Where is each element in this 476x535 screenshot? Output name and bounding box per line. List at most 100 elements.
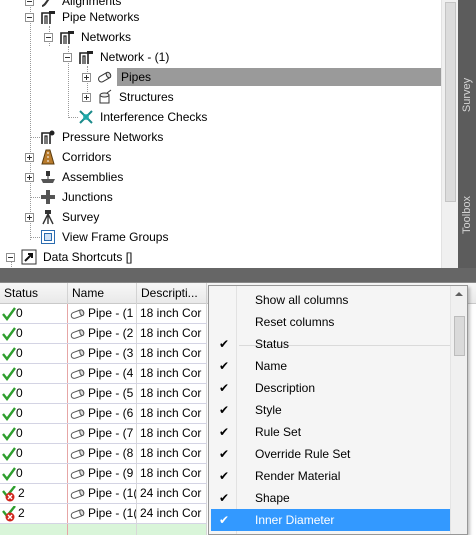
tab-toolbox[interactable]: Toolbox <box>458 180 476 250</box>
status-value: 0 <box>16 406 23 420</box>
tree-item-survey[interactable]: Survey <box>25 207 101 227</box>
tree-item-pressure-networks[interactable]: Pressure Networks <box>25 127 165 147</box>
pipe-network-icon <box>59 29 75 45</box>
tree-item-label: Assemblies <box>62 170 124 184</box>
new-row-placeholder[interactable] <box>0 524 207 535</box>
menu-scrollbar[interactable] <box>450 286 467 534</box>
table-row[interactable]: 0 Pipe - (1 18 inch Cor <box>0 304 207 324</box>
status-cell: 0 <box>0 384 68 403</box>
description-cell: 18 inch Cor <box>137 404 207 423</box>
tree-item-label: Networks <box>81 30 132 44</box>
menu-item-render-material[interactable]: ✔ Render Material <box>211 465 451 487</box>
status-cell: 0 <box>0 344 68 363</box>
description-cell: 18 inch Cor <box>137 444 207 463</box>
tree-item-pipes[interactable]: Pipes <box>82 67 441 87</box>
tree-scrollbar-thumb[interactable] <box>445 2 456 202</box>
pipe-icon <box>70 448 86 460</box>
menu-item-status[interactable]: ✔ Status <box>211 333 451 355</box>
tab-survey[interactable]: Survey <box>458 60 476 130</box>
tree-item-assemblies[interactable]: Assemblies <box>25 167 125 187</box>
pipe-icon <box>70 388 86 400</box>
column-header-description[interactable]: Descripti... <box>137 283 207 304</box>
menu-item-label: Override Rule Set <box>255 447 351 461</box>
menu-item-reset-columns[interactable]: Reset columns <box>211 311 451 333</box>
collapse-toggle-icon[interactable] <box>25 0 34 6</box>
tree-item-corridors[interactable]: Corridors <box>25 147 113 167</box>
menu-scrollbar-thumb[interactable] <box>454 316 465 356</box>
tree-item-junctions[interactable]: Junctions <box>25 187 115 207</box>
survey-icon <box>40 209 56 225</box>
status-ok-check-icon <box>2 446 16 461</box>
expand-toggle-icon[interactable] <box>82 92 91 102</box>
tree-item-label: Pressure Networks <box>62 130 164 144</box>
menu-item-description[interactable]: ✔ Description <box>211 377 451 399</box>
status-value: 2 <box>18 486 25 500</box>
menu-item-show-all-columns[interactable]: Show all columns <box>211 289 451 311</box>
column-header-status[interactable]: Status <box>0 283 68 304</box>
table-row[interactable]: 0 Pipe - (4 18 inch Cor <box>0 364 207 384</box>
expand-toggle-icon[interactable] <box>25 212 34 222</box>
collapse-toggle-icon[interactable] <box>44 32 53 42</box>
panel-splitter[interactable] <box>0 268 476 283</box>
table-row[interactable]: 0 Pipe - (3 18 inch Cor <box>0 344 207 364</box>
tree-item-structures[interactable]: Structures <box>82 87 176 107</box>
table-row[interactable]: 0 Pipe - (2 18 inch Cor <box>0 324 207 344</box>
tab-toolbox-label: Toolbox <box>461 196 474 234</box>
junction-icon <box>40 189 56 205</box>
table-row[interactable]: 2 Pipe - (1(24 inch Cor <box>0 484 207 504</box>
name-cell: Pipe - (4 <box>68 364 137 383</box>
checkmark-icon: ✔ <box>218 425 230 439</box>
menu-item-override-rule-set[interactable]: ✔ Override Rule Set <box>211 443 451 465</box>
tree-item-view-frame-groups[interactable]: View Frame Groups <box>25 227 170 247</box>
checkmark-icon: ✔ <box>218 381 230 395</box>
tree-item-interference-checks[interactable]: Interference Checks <box>63 107 209 127</box>
prospector-tree: Alignments Pipe Networks Networks Network -… <box>0 0 441 268</box>
status-ok-check-icon <box>2 346 16 361</box>
expand-toggle-icon[interactable] <box>82 72 91 82</box>
side-palette-strip: Survey Toolbox <box>458 0 476 268</box>
data-shortcut-icon <box>21 249 37 265</box>
menu-item-style[interactable]: ✔ Style <box>211 399 451 421</box>
empty-cell <box>68 524 137 535</box>
tree-item-data-shortcuts[interactable]: Data Shortcuts [] <box>6 247 134 267</box>
table-row[interactable]: 2 Pipe - (1(24 inch Cor <box>0 504 207 524</box>
menu-item-rule-set[interactable]: ✔ Rule Set <box>211 421 451 443</box>
pipe-name: Pipe - (2 <box>88 326 134 340</box>
table-row[interactable]: 0 Pipe - (7 18 inch Cor <box>0 424 207 444</box>
status-cell: 2 <box>0 484 68 503</box>
column-header-name[interactable]: Name <box>68 283 137 304</box>
expand-toggle-icon[interactable] <box>25 172 34 182</box>
checkmark-icon: ✔ <box>218 513 230 527</box>
menu-item-shape[interactable]: ✔ Shape <box>211 487 451 509</box>
menu-item-name[interactable]: ✔ Name <box>211 355 451 377</box>
table-row[interactable]: 0 Pipe - (9 18 inch Cor <box>0 464 207 484</box>
scroll-up-arrow-icon[interactable] <box>455 292 463 296</box>
name-cell: Pipe - (1 <box>68 304 137 323</box>
checkmark-icon: ✔ <box>218 469 230 483</box>
status-value: 0 <box>16 326 23 340</box>
collapse-toggle-icon[interactable] <box>63 52 72 62</box>
table-row[interactable]: 0 Pipe - (8 18 inch Cor <box>0 444 207 464</box>
view-frame-icon <box>40 229 56 245</box>
status-cell: 2 <box>0 504 68 523</box>
table-row[interactable]: 0 Pipe - (6 18 inch Cor <box>0 404 207 424</box>
status-cell: 0 <box>0 304 68 323</box>
status-ok-check-icon <box>2 306 16 321</box>
tree-item-network-1[interactable]: Network - (1) <box>63 47 171 67</box>
expand-toggle-icon[interactable] <box>25 152 34 162</box>
collapse-toggle-icon[interactable] <box>6 252 15 262</box>
tree-scrollbar[interactable] <box>441 0 458 268</box>
status-value: 0 <box>16 446 23 460</box>
tree-item-networks[interactable]: Networks <box>44 27 133 47</box>
status-ok-check-icon <box>2 406 16 421</box>
pressure-network-icon <box>40 129 56 145</box>
name-cell: Pipe - (8 <box>68 444 137 463</box>
tree-item-pipe-networks[interactable]: Pipe Networks <box>25 7 141 27</box>
name-cell: Pipe - (2 <box>68 324 137 343</box>
empty-cell <box>0 524 68 535</box>
status-ok-check-icon <box>2 366 16 381</box>
menu-item-inner-diameter[interactable]: ✔ Inner Diameter <box>211 509 451 531</box>
table-row[interactable]: 0 Pipe - (5 18 inch Cor <box>0 384 207 404</box>
collapse-toggle-icon[interactable] <box>25 12 34 22</box>
status-value: 2 <box>18 506 25 520</box>
